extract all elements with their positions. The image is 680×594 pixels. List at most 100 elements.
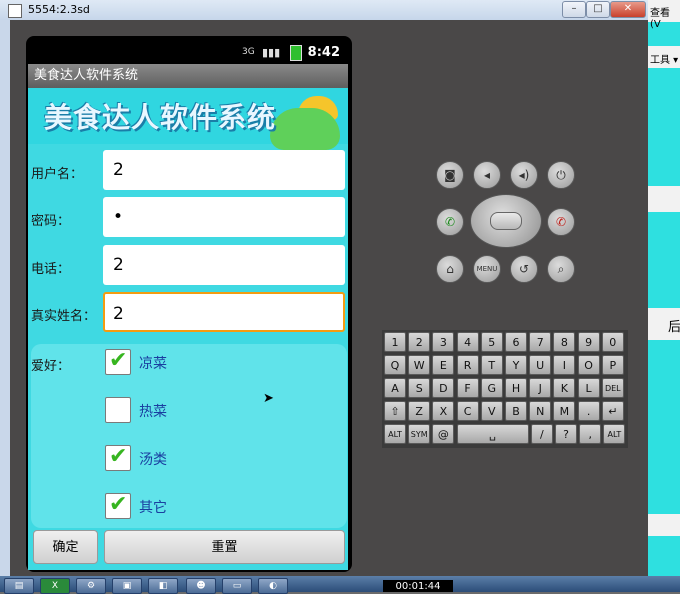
hobby-label-other[interactable]: 其它	[139, 497, 167, 517]
bg-strip-a	[648, 186, 680, 212]
hobby-checkbox-cold-dish[interactable]: ✔	[105, 348, 131, 375]
bg-side-char: 后	[668, 320, 680, 335]
key-row2-8[interactable]: O	[577, 355, 600, 375]
key-row4-6[interactable]: N	[529, 401, 552, 421]
hobby-label-cold-dish[interactable]: 凉菜	[139, 353, 167, 373]
username-label: 用户名：	[31, 167, 84, 182]
key-row1-3[interactable]: 4	[456, 332, 479, 352]
hobby-label-soup[interactable]: 汤类	[139, 449, 167, 469]
key-row3-6[interactable]: J	[529, 378, 552, 398]
window-title: 5554:2.3sd	[28, 3, 90, 16]
space-key[interactable]: ␣	[456, 424, 529, 444]
hobby-checkbox-hot-dish[interactable]	[105, 397, 131, 423]
end-call-icon[interactable]: ✆	[547, 208, 575, 236]
volume-up-icon[interactable]: ◂)	[510, 161, 538, 189]
key-row3-2[interactable]: D	[432, 378, 455, 398]
key-row1-8[interactable]: 9	[577, 332, 600, 352]
network-type: 3G	[242, 47, 255, 57]
key-row2-6[interactable]: U	[529, 355, 552, 375]
key-row1-7[interactable]: 8	[553, 332, 576, 352]
banner-title: 美食达人软件系统	[44, 101, 277, 134]
key-row3-7[interactable]: K	[553, 378, 576, 398]
key-row5-5[interactable]: ?	[555, 424, 577, 444]
key-row5-4[interactable]: /	[530, 424, 553, 444]
signal-icon: ▮▮▮	[262, 46, 281, 59]
home-icon[interactable]: ⌂	[436, 255, 464, 283]
check-icon: ✔	[109, 492, 128, 517]
close-button[interactable]: ✕	[610, 1, 646, 18]
key-row3-0[interactable]: A	[384, 378, 406, 398]
power-icon[interactable]: ⏻	[547, 161, 575, 189]
reset-button[interactable]: 重置	[104, 530, 345, 564]
phone-input[interactable]: 2	[103, 245, 345, 285]
key-row5-2[interactable]: @	[432, 424, 455, 444]
key-row3-5[interactable]: H	[505, 378, 527, 398]
app-title-bar: 美食达人软件系统	[28, 64, 348, 88]
menu-button[interactable]: MENU	[473, 255, 501, 283]
status-time: 8:42	[307, 45, 340, 60]
key-row2-2[interactable]: E	[432, 355, 455, 375]
key-row5-6[interactable]: ,	[579, 424, 602, 444]
key-row4-5[interactable]: B	[505, 401, 527, 421]
key-row1-5[interactable]: 6	[505, 332, 527, 352]
bg-tools-strip: 工具 ▾	[648, 46, 680, 68]
mouse-cursor-icon: ➤	[263, 391, 274, 406]
search-icon[interactable]: ⌕	[547, 255, 575, 283]
key-row4-4[interactable]: V	[480, 401, 503, 421]
key-row1-6[interactable]: 7	[529, 332, 552, 352]
dpad-center-button[interactable]	[490, 212, 522, 230]
call-icon[interactable]: ✆	[436, 208, 464, 236]
key-row1-4[interactable]: 5	[480, 332, 503, 352]
bg-strip-c	[648, 514, 680, 536]
key-row3-8[interactable]: L	[577, 378, 600, 398]
key-row5-7[interactable]: ALT	[603, 424, 626, 444]
username-input[interactable]: 2	[103, 150, 345, 190]
key-row2-9[interactable]: P	[601, 355, 624, 375]
key-row3-9[interactable]: DEL	[601, 378, 624, 398]
key-row2-0[interactable]: Q	[384, 355, 406, 375]
hobby-label-hot-dish[interactable]: 热菜	[139, 401, 167, 421]
key-row2-4[interactable]: T	[480, 355, 503, 375]
key-row3-3[interactable]: F	[456, 378, 479, 398]
check-icon: ✔	[109, 444, 128, 469]
key-row4-1[interactable]: Z	[408, 401, 431, 421]
password-input[interactable]: •	[103, 197, 345, 237]
bg-menu-view[interactable]: 查看(V	[650, 4, 680, 30]
bg-menu-tools[interactable]: 工具 ▾	[650, 51, 678, 66]
key-row4-0[interactable]: ⇧	[384, 401, 406, 421]
key-row2-3[interactable]: R	[456, 355, 479, 375]
key-row2-7[interactable]: I	[553, 355, 576, 375]
key-row5-0[interactable]: ALT	[384, 424, 406, 444]
status-bar: 3G ▮▮▮ 8:42	[28, 42, 348, 64]
key-row4-8[interactable]: .	[577, 401, 600, 421]
realname-input[interactable]: 2	[103, 292, 345, 332]
hobby-checkbox-other[interactable]: ✔	[105, 492, 131, 519]
hobby-checkbox-soup[interactable]: ✔	[105, 444, 131, 471]
phone-label: 电话：	[31, 262, 71, 277]
back-icon[interactable]: ↺	[510, 255, 538, 283]
key-row1-1[interactable]: 2	[408, 332, 431, 352]
maximize-button[interactable]: □	[586, 1, 610, 18]
key-row1-0[interactable]: 1	[384, 332, 406, 352]
key-row4-3[interactable]: C	[456, 401, 479, 421]
key-row3-1[interactable]: S	[408, 378, 431, 398]
check-icon: ✔	[109, 348, 128, 373]
key-row1-2[interactable]: 3	[432, 332, 455, 352]
confirm-button[interactable]: 确定	[33, 530, 98, 564]
battery-icon	[290, 45, 302, 61]
minimize-button[interactable]: –	[562, 1, 586, 18]
frog-mascot-image	[270, 108, 340, 150]
key-row2-1[interactable]: W	[408, 355, 431, 375]
key-row4-2[interactable]: X	[432, 401, 455, 421]
key-row1-9[interactable]: 0	[601, 332, 624, 352]
key-row2-5[interactable]: Y	[505, 355, 527, 375]
bg-menu-strip: 查看(V	[648, 0, 680, 30]
camera-icon[interactable]: ◙	[436, 161, 464, 189]
key-row3-4[interactable]: G	[480, 378, 503, 398]
key-row4-9[interactable]: ↵	[601, 401, 624, 421]
password-label: 密码：	[31, 214, 71, 229]
key-row4-7[interactable]: M	[553, 401, 576, 421]
realname-label: 真实姓名：	[31, 309, 97, 324]
volume-down-icon[interactable]: ◂	[473, 161, 501, 189]
key-row5-1[interactable]: SYM	[408, 424, 431, 444]
